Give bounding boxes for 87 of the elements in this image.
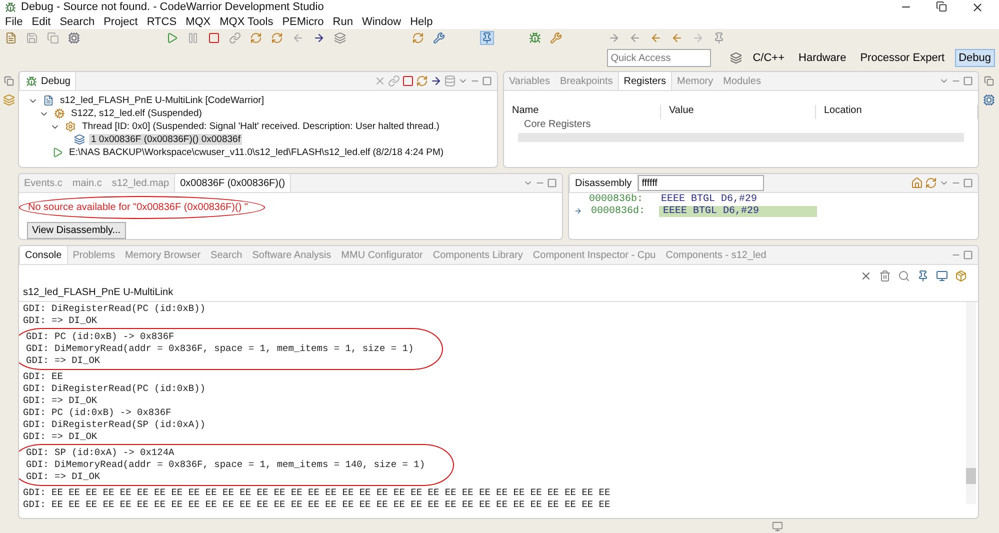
menu-item[interactable]: File (5, 16, 23, 28)
save-all-icon[interactable] (46, 31, 60, 45)
home-icon[interactable] (910, 176, 924, 190)
console-tab[interactable]: Console (19, 246, 68, 264)
column-header: Location (816, 105, 978, 119)
menu-item[interactable]: Edit (32, 16, 51, 28)
console-line: GDI: EE EE EE EE EE EE EE EE EE EE EE EE EE EE EE EE EE EE EE EE EE EE EE EE EE EE EE EE EE EE EE EE EE (23, 499, 612, 511)
file-icon (42, 94, 55, 107)
pause-icon[interactable] (186, 31, 200, 45)
console-line: GDI: PC (id:0xB) -> 0x836F (26, 331, 176, 343)
instruction-address: 0000836d: (591, 206, 646, 216)
stop-icon[interactable] (207, 31, 221, 45)
menu-item[interactable]: Help (410, 16, 433, 28)
pin-console-icon[interactable] (916, 269, 930, 283)
resume-icon[interactable] (165, 31, 179, 45)
view-disassembly-button[interactable]: View Disassembly... (27, 222, 126, 239)
menu-item[interactable]: MQX (186, 16, 211, 28)
window-title: Debug - Source not found. - CodeWarrior Development Studio (21, 1, 325, 13)
bug-icon[interactable] (4, 0, 17, 14)
vertical-scrollbar[interactable] (966, 302, 976, 504)
menu-item[interactable]: Search (60, 16, 95, 28)
perspective-button[interactable]: C/C++ (748, 49, 789, 67)
debug-tab[interactable]: Debug (19, 72, 76, 90)
menu-item[interactable]: Window (362, 16, 402, 28)
perspective-button[interactable]: Processor Expert (856, 49, 949, 67)
maximize-icon[interactable] (962, 249, 974, 261)
menu-item[interactable]: MQX Tools (220, 16, 274, 28)
tree-item[interactable]: E:\NAS BACKUP\Workspace\cwuser_v11.0\s12_led\FLASH\s12_led.elf (8/2/18 4:24 PM) (67, 147, 446, 158)
tree-item[interactable]: 1 0x00836F (0x00836F)() 0x00836f (89, 134, 242, 145)
menu-item[interactable]: RTCS (146, 16, 177, 28)
console-line: GDI: DiMemoryRead(addr = 0x836F, space = 1, mem_items = 140, size = 1) (26, 459, 426, 471)
display-console-icon[interactable] (935, 269, 949, 283)
console-line: GDI: => DI_OK (23, 315, 98, 327)
maximize-icon[interactable] (546, 177, 558, 189)
column-header: Name (504, 105, 661, 119)
console-line: GDI: => DI_OK (23, 431, 98, 443)
back-icon[interactable] (670, 31, 684, 45)
gear-icon (64, 120, 77, 133)
clear-console-icon[interactable] (878, 269, 892, 283)
stack-icon[interactable] (2, 93, 16, 107)
console-line: GDI: EE (23, 371, 64, 383)
pin-editor-icon[interactable] (712, 31, 726, 45)
console-line: GDI: DiMemoryRead(addr = 0x836F, space = 1, mem_items = 1, size = 1) (26, 343, 414, 355)
sync-icon[interactable] (924, 176, 938, 190)
console-title: s12_led_FLASH_PnE U-MultiLink (22, 286, 174, 298)
tree-item[interactable]: s12_led_FLASH_PnE U-MultiLink [CodeWarrior] (58, 95, 266, 106)
stack-frame-icon (73, 133, 86, 146)
perspective-button[interactable]: Hardware (794, 49, 850, 67)
instruction-address: 0000836b: (589, 194, 644, 204)
menu-item[interactable]: Run (332, 16, 353, 28)
instruction-code: EEEE BTGL D6,#29 (659, 206, 817, 216)
console-line: GDI: DiRegisterRead(PC (id:0xB)) (23, 303, 206, 315)
pin-icon[interactable] (480, 31, 494, 45)
quick-access-field[interactable]: Quick Access (606, 49, 711, 67)
console-line: GDI: => DI_OK (23, 395, 98, 407)
console-line: GDI: => DI_OK (26, 471, 102, 483)
view-tab[interactable]: Registers (618, 72, 672, 90)
disassembly-tab[interactable]: Disassembly (569, 174, 638, 192)
menu-item[interactable]: PEMicro (282, 16, 324, 28)
horizontal-scrollbar[interactable] (518, 133, 964, 142)
editor-tab[interactable]: 0x00836F (0x00836F)() (174, 174, 292, 192)
console-line: GDI: SP (id:0xA) -> 0x124A (26, 447, 176, 459)
console-line: GDI: DiRegisterRead(PC (id:0xB)) (23, 383, 206, 395)
chip-icon[interactable] (67, 31, 81, 45)
console-line: GDI: => DI_OK (26, 355, 102, 367)
tree-item[interactable]: Thread [ID: 0x0] (Suspended: Signal 'Halt' received. Description: User halted thread.) (80, 121, 442, 132)
instruction-code: EEEE BTGL D6,#29 (660, 194, 758, 204)
register-group[interactable]: Core Registers (504, 119, 978, 131)
wrench-icon[interactable] (432, 31, 446, 45)
console-line: GDI: EE EE EE EE EE EE EE EE EE EE EE EE EE EE EE EE EE EE EE EE EE EE EE EE EE EE EE EE EE EE EE EE EE (23, 487, 612, 499)
maximize-icon[interactable] (962, 75, 974, 87)
error-message: No source available for "0x00836F (0x00836F)() " (28, 202, 248, 213)
column-header: Value (661, 105, 816, 119)
debug-icon[interactable] (528, 31, 542, 45)
maximize-icon[interactable] (962, 177, 974, 189)
console-line: GDI: PC (id:0xB) -> 0x836F (23, 407, 172, 419)
sync-icon[interactable] (411, 31, 425, 45)
save-icon[interactable] (25, 31, 39, 45)
menu-item[interactable]: Project (104, 16, 138, 28)
new-file-icon[interactable] (4, 31, 18, 45)
perspective-button[interactable]: Debug (954, 49, 995, 67)
console-line: GDI: DiRegisterRead(SP (id:0xA)) (23, 419, 206, 431)
bug-icon[interactable] (25, 74, 38, 88)
tree-item[interactable]: S12Z, s12_led.elf (Suspended) (69, 108, 204, 119)
restore-icon[interactable] (935, 0, 948, 14)
maximize-icon[interactable] (481, 75, 493, 87)
address-field[interactable]: ffffff (638, 175, 764, 191)
